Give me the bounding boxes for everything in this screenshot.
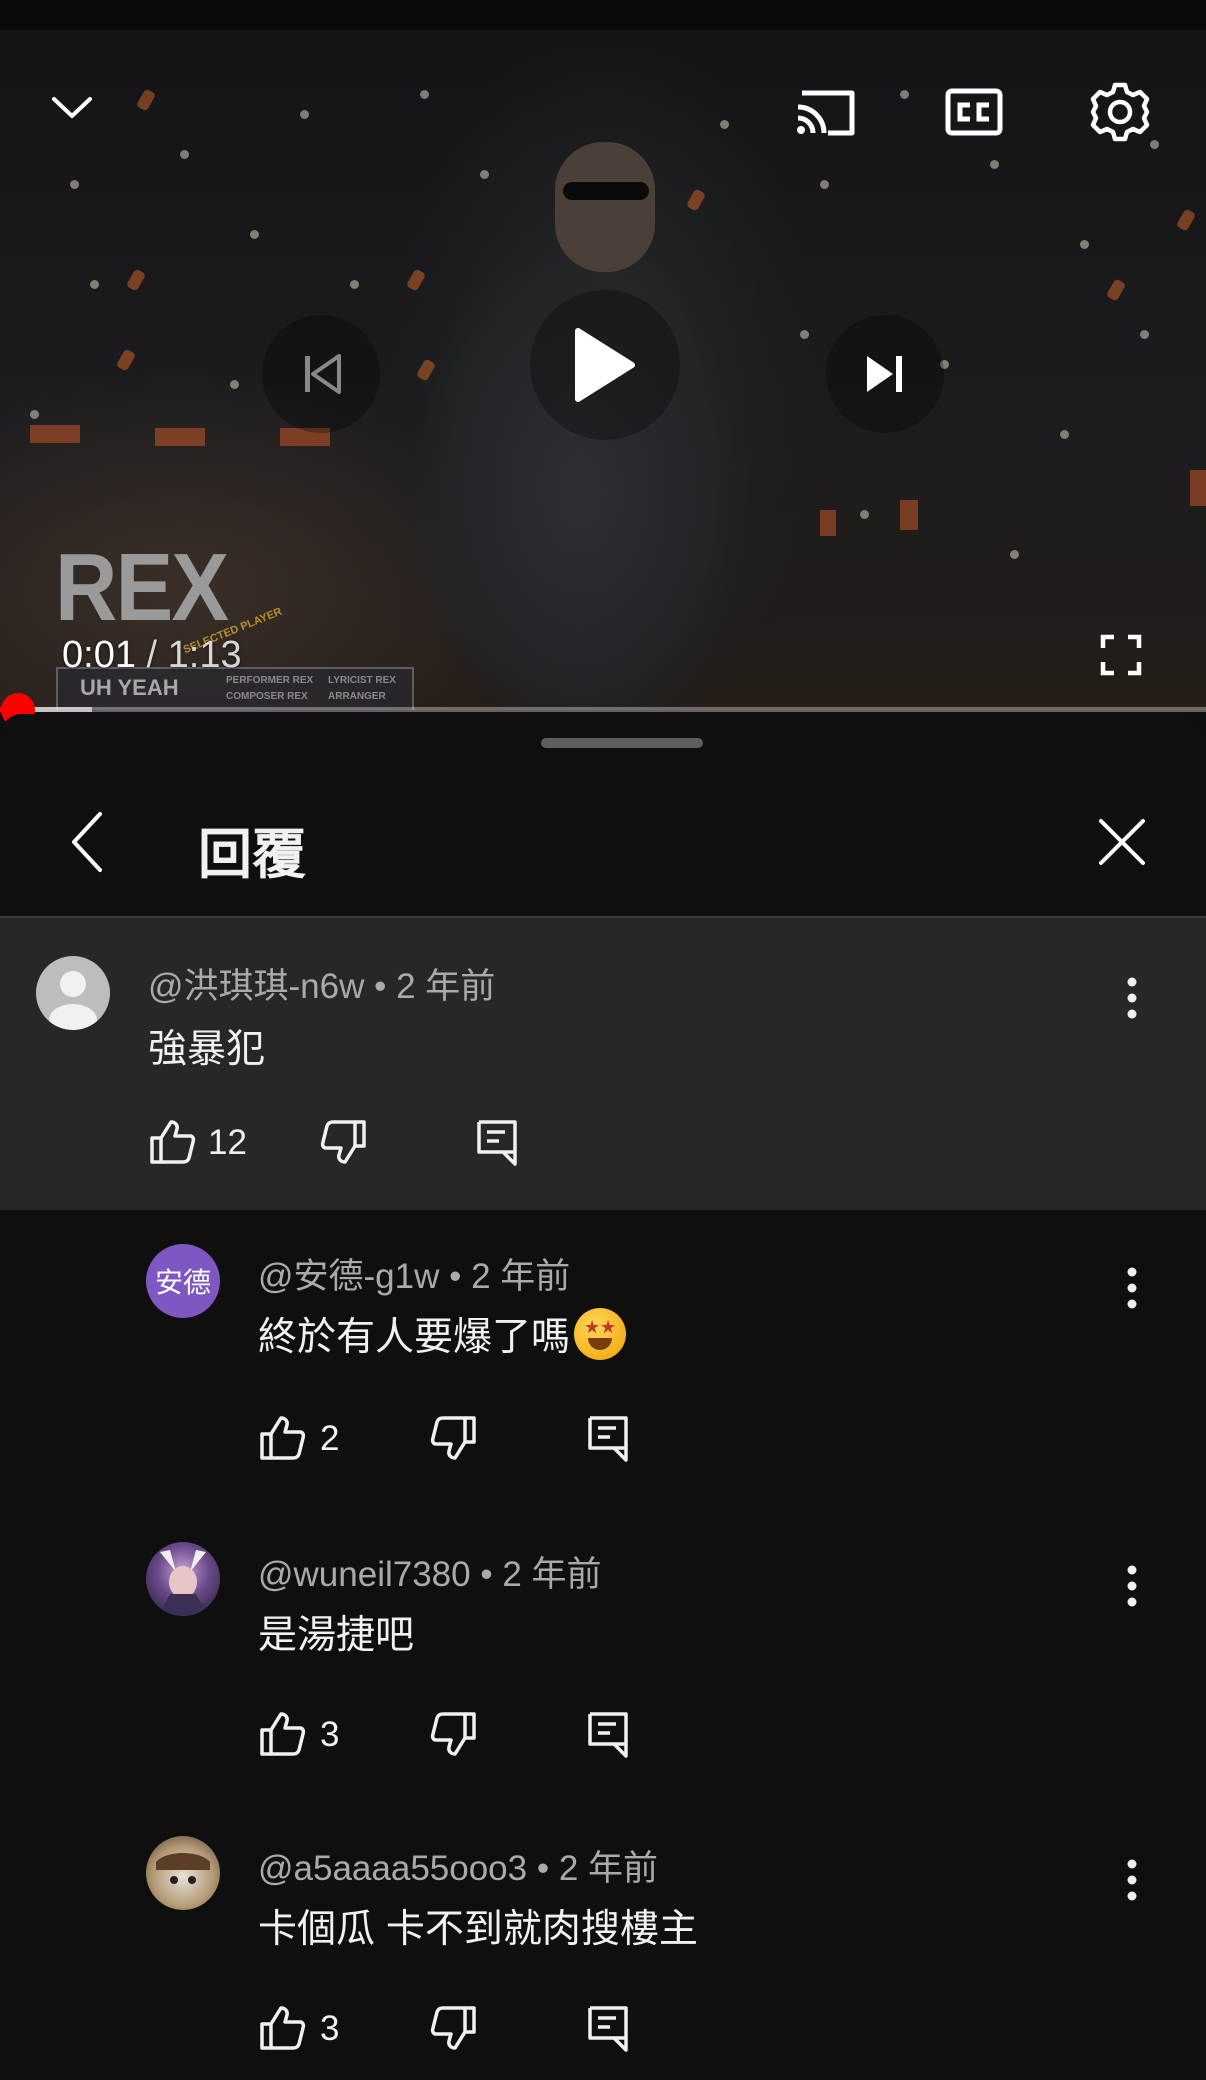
lower-third-song: UH YEAH	[80, 675, 179, 700]
time-separator: /	[135, 634, 168, 676]
replies-panel: 回覆 @洪琪琪-n6w • 2 年前 強暴犯 12 安德 @安德-g1w • 2…	[0, 714, 1206, 2080]
like-icon[interactable]	[254, 1410, 310, 1466]
comment-author[interactable]: @wuneil7380	[258, 1555, 471, 1594]
progress-bar[interactable]	[0, 707, 1206, 712]
avatar[interactable]	[146, 1836, 220, 1910]
reply-comment: @wuneil7380 • 2 年前 是湯捷吧 3	[0, 1508, 1206, 1802]
status-bar-strip	[0, 0, 1206, 30]
like-count: 2	[320, 1419, 340, 1458]
lower-third-credit: COMPOSER REX	[226, 691, 308, 702]
reply-comment: @a5aaaa55ooo3 • 2 年前 卡個瓜 卡不到就肉搜樓主 3	[0, 1802, 1206, 2080]
performer-head	[555, 142, 655, 272]
dislike-icon[interactable]	[316, 1114, 372, 1170]
previous-icon[interactable]	[262, 315, 380, 433]
meta-separator: •	[439, 1257, 472, 1296]
reply-icon[interactable]	[580, 1706, 636, 1762]
comment-text: 卡個瓜 卡不到就肉搜樓主	[258, 1908, 698, 1951]
avatar[interactable]: 安德	[146, 1244, 220, 1318]
cast-icon[interactable]	[790, 80, 862, 144]
comment-text: 終於有人要爆了嗎	[258, 1306, 627, 1362]
dislike-icon[interactable]	[426, 1706, 482, 1762]
avatar[interactable]	[146, 1542, 220, 1616]
lower-third-performer-name: REX	[55, 534, 229, 641]
chevron-down-icon[interactable]	[44, 80, 100, 136]
comment-author[interactable]: @洪琪琪-n6w	[148, 967, 364, 1006]
play-icon[interactable]	[530, 290, 680, 440]
cc-icon[interactable]	[938, 80, 1010, 144]
like-icon[interactable]	[254, 2000, 310, 2056]
comment-author[interactable]: @安德-g1w	[258, 1257, 439, 1296]
comment-meta: @洪琪琪-n6w • 2 年前	[148, 958, 495, 1009]
more-options-icon[interactable]	[1112, 1852, 1152, 1908]
comment-text: 強暴犯	[148, 1028, 266, 1071]
comment-meta: @wuneil7380 • 2 年前	[258, 1546, 602, 1597]
star-struck-emoji-icon	[574, 1308, 627, 1360]
comment-age: 2 年前	[558, 1849, 659, 1888]
like-count: 3	[320, 2009, 340, 2048]
lower-third-credit: LYRICIST REX	[328, 675, 396, 686]
settings-icon[interactable]	[1084, 76, 1156, 148]
comment-age: 2 年前	[396, 967, 496, 1006]
time-display: 0:01 / 1:13	[62, 634, 242, 677]
meta-separator: •	[364, 967, 397, 1006]
parent-comment: @洪琪琪-n6w • 2 年前 強暴犯 12	[0, 918, 1206, 1210]
comment-age: 2 年前	[471, 1257, 571, 1296]
back-icon[interactable]	[56, 806, 116, 878]
reply-icon[interactable]	[580, 2000, 636, 2056]
panel-title: 回覆	[198, 825, 306, 885]
like-count: 3	[320, 1715, 340, 1754]
comment-meta: @a5aaaa55ooo3 • 2 年前	[258, 1840, 658, 1891]
lower-third-credit: ARRANGER	[328, 691, 386, 702]
reply-comment: 安德 @安德-g1w • 2 年前 終於有人要爆了嗎 2	[0, 1210, 1206, 1508]
dislike-icon[interactable]	[426, 1410, 482, 1466]
comment-text: 是湯捷吧	[258, 1614, 415, 1657]
comment-author[interactable]: @a5aaaa55ooo3	[258, 1849, 527, 1888]
video-player[interactable]: REX UH YEAH PERFORMER REX LYRICIST REX C…	[0, 30, 1206, 710]
like-count: 12	[208, 1123, 247, 1162]
meta-separator: •	[470, 1555, 503, 1594]
close-icon[interactable]	[1090, 810, 1154, 874]
comment-age: 2 年前	[502, 1555, 602, 1594]
reply-icon[interactable]	[469, 1114, 525, 1170]
more-options-icon[interactable]	[1112, 1558, 1152, 1614]
meta-separator: •	[527, 1849, 559, 1888]
more-options-icon[interactable]	[1112, 1260, 1152, 1316]
like-icon[interactable]	[144, 1114, 200, 1170]
performer-sunglasses	[563, 182, 649, 200]
comment-text-body: 終於有人要爆了嗎	[258, 1316, 571, 1359]
fullscreen-icon[interactable]	[1090, 624, 1152, 686]
comment-meta: @安德-g1w • 2 年前	[258, 1248, 570, 1299]
reply-icon[interactable]	[580, 1410, 636, 1466]
total-time: 1:13	[167, 634, 242, 676]
dislike-icon[interactable]	[426, 2000, 482, 2056]
like-icon[interactable]	[254, 1706, 310, 1762]
next-icon[interactable]	[826, 315, 944, 433]
current-time: 0:01	[62, 634, 136, 676]
avatar[interactable]	[36, 956, 110, 1030]
more-options-icon[interactable]	[1112, 970, 1152, 1026]
drag-handle[interactable]	[541, 738, 703, 748]
